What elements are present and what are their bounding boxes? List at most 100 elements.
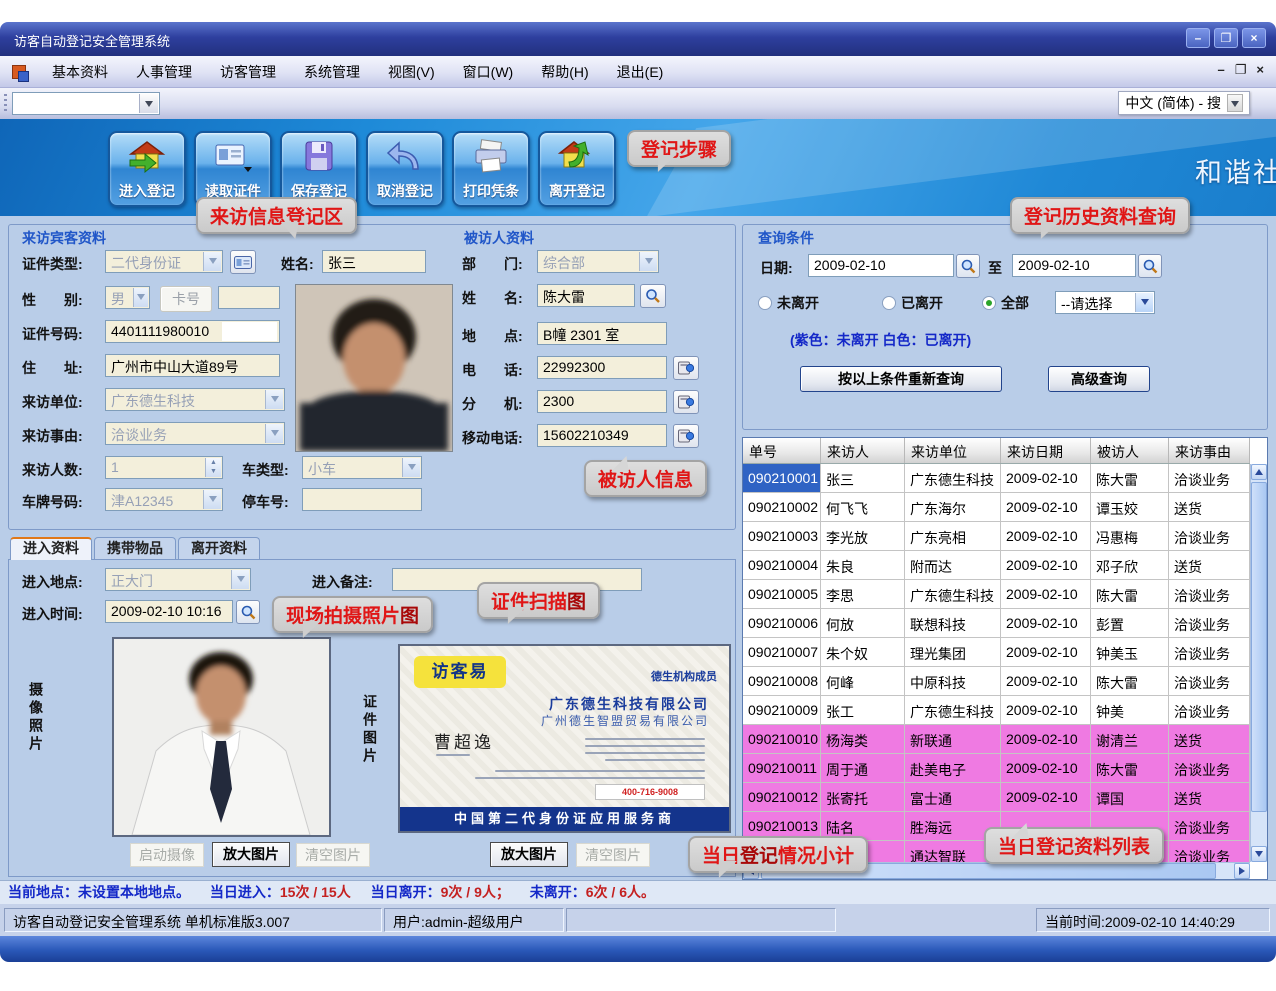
radio-all[interactable]: 全部 (982, 293, 1029, 313)
table-cell[interactable]: 2009-02-10 (1001, 783, 1091, 811)
parking-field[interactable] (302, 488, 422, 511)
table-cell[interactable]: 广东亮相 (905, 522, 1001, 550)
chevron-down-icon[interactable] (265, 424, 283, 443)
entry-time-field[interactable]: 2009-02-10 10:16 (105, 600, 233, 623)
table-cell[interactable]: 090210003 (743, 522, 821, 550)
clear-photo-button[interactable]: 清空图片 (296, 843, 370, 867)
location-field[interactable]: B幢 2301 室 (537, 322, 667, 345)
column-header[interactable]: 来访单位 (905, 438, 1001, 463)
table-cell[interactable]: 2009-02-10 (1001, 464, 1091, 492)
table-cell[interactable]: 洽谈业务 (1169, 841, 1250, 862)
enter-register-button[interactable]: 进入登记 (108, 131, 186, 207)
table-cell[interactable]: 090210007 (743, 638, 821, 666)
read-id-card-icon[interactable] (230, 250, 256, 274)
table-cell[interactable]: 广东德生科技 (905, 696, 1001, 724)
phone-field[interactable]: 22992300 (537, 356, 667, 379)
mobile-field[interactable]: 15602210349 (537, 424, 667, 447)
scroll-right-icon[interactable] (1234, 863, 1250, 879)
dial-mobile-icon[interactable] (673, 424, 699, 448)
table-cell[interactable]: 谭国 (1091, 783, 1169, 811)
radio-not-left[interactable]: 未离开 (758, 293, 819, 313)
table-row[interactable]: 090210011周于通赴美电子2009-02-10陈大雷洽谈业务 (743, 754, 1250, 783)
table-cell[interactable]: 090210001 (743, 464, 821, 492)
read-card-button[interactable]: 读取证件 (194, 131, 272, 207)
chevron-down-icon[interactable] (402, 458, 420, 477)
start-camera-button[interactable]: 启动摄像 (130, 843, 204, 867)
table-cell[interactable]: 彭置 (1091, 609, 1169, 637)
table-row[interactable]: 090210005李思广东德生科技2009-02-10陈大雷洽谈业务 (743, 580, 1250, 609)
menu-item-exit[interactable]: 退出(E) (603, 56, 678, 88)
quick-search-combobox[interactable] (12, 92, 160, 115)
table-cell[interactable]: 钟美 (1091, 696, 1169, 724)
table-cell[interactable]: 理光集团 (905, 638, 1001, 666)
column-header[interactable]: 来访日期 (1001, 438, 1091, 463)
table-cell[interactable]: 2009-02-10 (1001, 522, 1091, 550)
table-cell[interactable]: 谭玉姣 (1091, 493, 1169, 521)
table-row[interactable]: 090210008何峰中原科技2009-02-10陈大雷洽谈业务 (743, 667, 1250, 696)
dial-phone-icon[interactable] (673, 356, 699, 380)
table-cell[interactable]: 洽谈业务 (1169, 696, 1250, 724)
clear-scan-button[interactable]: 清空图片 (576, 843, 650, 867)
menu-item-basic[interactable]: 基本资料 (38, 56, 122, 88)
table-cell[interactable]: 2009-02-10 (1001, 609, 1091, 637)
requery-button[interactable]: 按以上条件重新查询 (800, 366, 1002, 392)
table-cell[interactable]: 冯惠梅 (1091, 522, 1169, 550)
table-row[interactable]: 090210010杨海类新联通2009-02-10谢清兰送货 (743, 725, 1250, 754)
save-register-button[interactable]: 保存登记 (280, 131, 358, 207)
table-cell[interactable]: 陈大雷 (1091, 667, 1169, 695)
table-cell[interactable]: 杨海类 (821, 725, 905, 753)
table-row[interactable]: 090210007朱个奴理光集团2009-02-10钟美玉洽谈业务 (743, 638, 1250, 667)
entry-place-select[interactable]: 正大门 (105, 568, 251, 591)
table-cell[interactable]: 洽谈业务 (1169, 609, 1250, 637)
table-cell[interactable]: 2009-02-10 (1001, 551, 1091, 579)
scroll-down-icon[interactable] (1251, 846, 1267, 862)
table-cell[interactable]: 送货 (1169, 551, 1250, 579)
table-cell[interactable]: 联想科技 (905, 609, 1001, 637)
table-cell[interactable]: 2009-02-10 (1001, 725, 1091, 753)
gender-select[interactable]: 男 (105, 286, 150, 309)
search-person-icon[interactable] (640, 284, 666, 308)
table-cell[interactable]: 090210008 (743, 667, 821, 695)
scroll-up-icon[interactable] (1251, 464, 1267, 480)
menu-item-help[interactable]: 帮助(H) (527, 56, 602, 88)
table-cell[interactable]: 邓子欣 (1091, 551, 1169, 579)
table-cell[interactable]: 陈大雷 (1091, 754, 1169, 782)
restore-icon[interactable]: ❐ (1214, 28, 1238, 48)
date-to-field[interactable]: 2009-02-10 (1012, 254, 1136, 277)
mdi-close-icon[interactable]: × (1256, 62, 1264, 78)
table-cell[interactable]: 陈大雷 (1091, 464, 1169, 492)
table-cell[interactable]: 广东德生科技 (905, 580, 1001, 608)
table-cell[interactable]: 何放 (821, 609, 905, 637)
table-cell[interactable]: 2009-02-10 (1001, 754, 1091, 782)
zoom-scan-button[interactable]: 放大图片 (490, 842, 568, 867)
table-cell[interactable]: 张工 (821, 696, 905, 724)
table-cell[interactable]: 朱良 (821, 551, 905, 579)
vscroll-thumb[interactable] (1251, 482, 1267, 812)
tab-leave-info[interactable]: 离开资料 (178, 537, 260, 560)
column-header[interactable]: 来访事由 (1169, 438, 1250, 463)
table-cell[interactable]: 送货 (1169, 725, 1250, 753)
table-cell[interactable]: 090210006 (743, 609, 821, 637)
table-cell[interactable]: 2009-02-10 (1001, 667, 1091, 695)
chevron-down-icon[interactable] (639, 252, 657, 271)
minimize-icon[interactable]: – (1186, 28, 1210, 48)
filter-select[interactable]: --请选择 (1055, 291, 1155, 314)
table-row[interactable]: 090210001张三广东德生科技2009-02-10陈大雷洽谈业务 (743, 464, 1250, 493)
visited-name-field[interactable]: 陈大雷 (537, 284, 635, 307)
chevron-down-icon[interactable] (203, 252, 221, 271)
card-number-button[interactable]: 卡号 (160, 286, 212, 312)
vertical-scrollbar[interactable] (1250, 464, 1267, 862)
chevron-down-icon[interactable] (1227, 94, 1243, 112)
address-field[interactable]: 广州市中山大道89号 (105, 354, 280, 377)
cert-type-select[interactable]: 二代身份证 (105, 250, 223, 273)
tab-carried-items[interactable]: 携带物品 (94, 537, 176, 560)
table-cell[interactable]: 李光放 (821, 522, 905, 550)
table-cell[interactable]: 090210005 (743, 580, 821, 608)
chevron-down-icon[interactable] (139, 94, 158, 113)
table-cell[interactable]: 2009-02-10 (1001, 493, 1091, 521)
chevron-down-icon[interactable] (133, 288, 148, 307)
dept-select[interactable]: 综合部 (537, 250, 659, 273)
table-row[interactable]: 090210002何飞飞广东海尔2009-02-10谭玉姣送货 (743, 493, 1250, 522)
menu-item-visitor[interactable]: 访客管理 (206, 56, 290, 88)
print-slip-button[interactable]: 打印凭条 (452, 131, 530, 207)
